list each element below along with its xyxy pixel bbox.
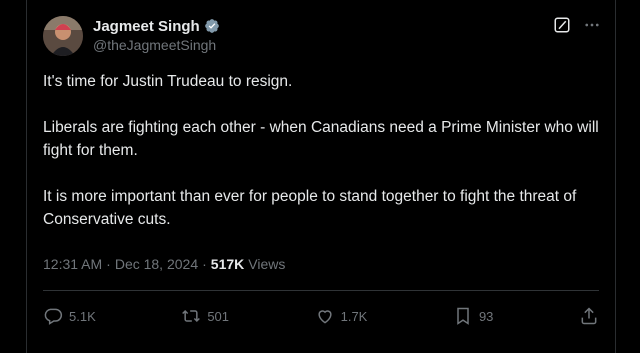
tweet-paragraph: It's time for Justin Trudeau to resign. [43, 73, 293, 90]
more-icon[interactable] [583, 16, 601, 34]
share-icon [579, 306, 599, 326]
tweet-paragraph: Liberals are fighting each other - when … [43, 119, 599, 159]
bookmark-icon [453, 306, 473, 326]
top-actions [553, 16, 601, 34]
tweet-text: It's time for Justin Trudeau to resign. … [43, 70, 603, 254]
reply-count: 5.1K [69, 308, 96, 324]
divider [43, 290, 599, 291]
heart-icon [315, 306, 335, 326]
avatar[interactable] [43, 16, 83, 56]
display-name[interactable]: Jagmeet Singh [93, 18, 200, 35]
tweet-card: Jagmeet Singh @theJagmeetSingh It's time… [26, 0, 616, 353]
user-handle[interactable]: @theJagmeetSingh [93, 37, 216, 53]
reply-icon [43, 306, 63, 326]
grok-icon[interactable] [553, 16, 571, 34]
reply-button[interactable]: 5.1K [43, 306, 96, 326]
post-time[interactable]: 12:31 AM [43, 256, 102, 272]
views-count[interactable]: 517K [211, 256, 244, 272]
verified-badge-icon [204, 18, 220, 34]
repost-count: 501 [207, 308, 230, 324]
post-date[interactable]: Dec 18, 2024 [115, 256, 198, 272]
tweet-metadata: 12:31 AM · Dec 18, 2024 · 517K Views [43, 256, 285, 272]
share-button[interactable] [579, 306, 599, 326]
bookmark-count: 93 [478, 308, 494, 324]
meta-separator: · [202, 256, 207, 272]
like-count: 1.7K [340, 308, 368, 324]
bookmark-button[interactable]: 93 [453, 306, 493, 326]
name-row: Jagmeet Singh [93, 16, 220, 36]
like-button[interactable]: 1.7K [315, 306, 368, 326]
repost-icon [181, 306, 201, 326]
action-bar: 5.1K 501 1.7K 93 [43, 302, 599, 330]
tweet-paragraph: It is more important than ever for peopl… [43, 188, 577, 228]
views-label: Views [248, 256, 286, 272]
meta-separator: · [106, 256, 111, 272]
repost-button[interactable]: 501 [181, 306, 229, 326]
